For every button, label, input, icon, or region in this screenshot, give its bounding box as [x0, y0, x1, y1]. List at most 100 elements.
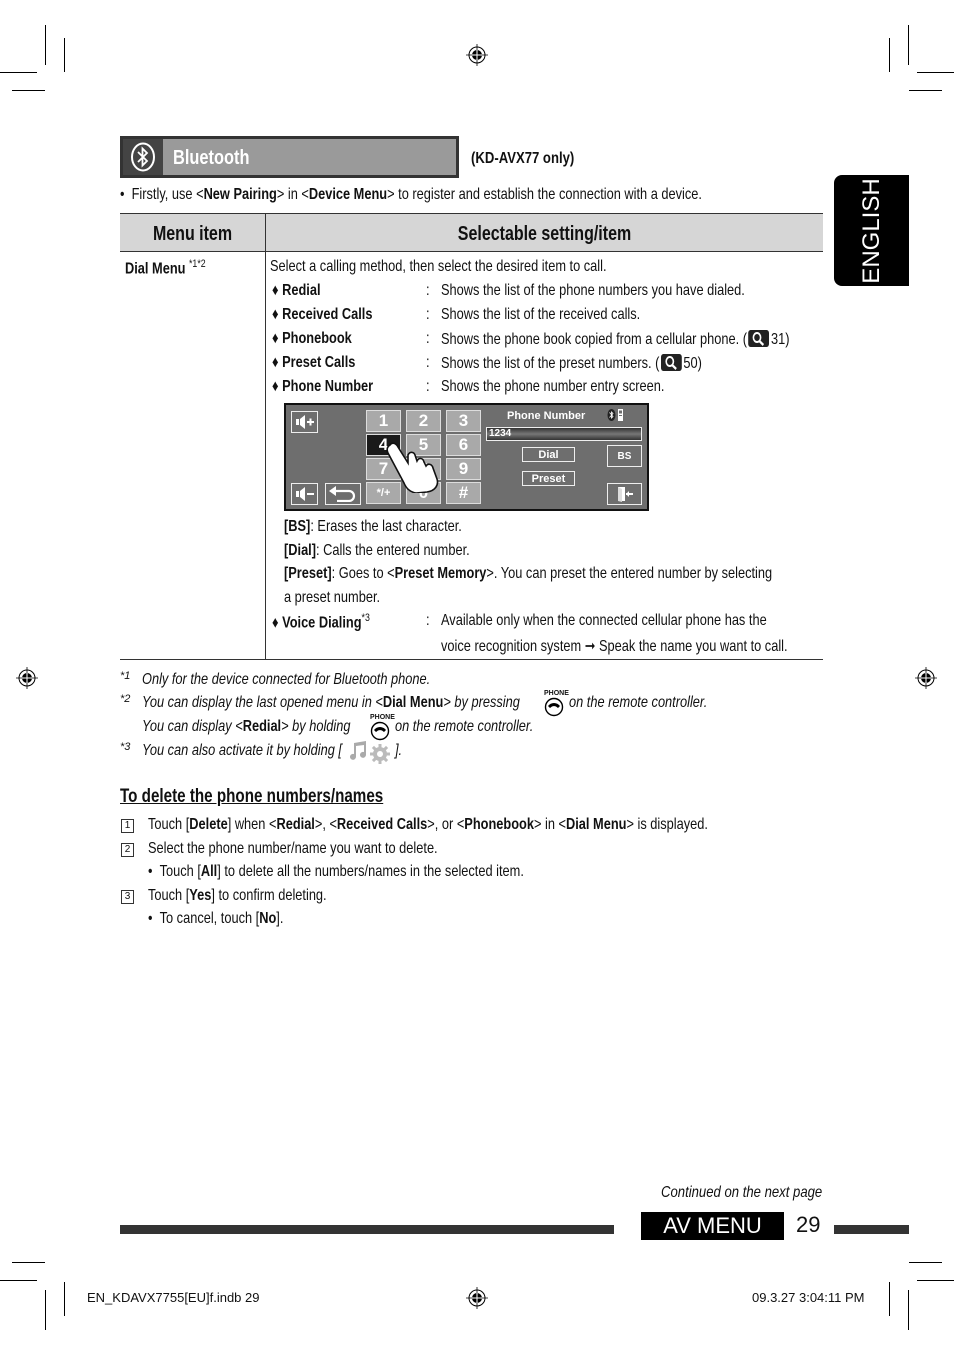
option-label: ♦ Received Calls	[272, 306, 372, 324]
crop-mark	[909, 90, 942, 91]
text: >. You can preset the entered number by …	[486, 565, 773, 582]
footnote-mark: *3	[120, 741, 131, 753]
ui-term: Dial Menu	[566, 816, 627, 833]
keypad-key[interactable]: 3	[446, 410, 481, 432]
yes-term: Yes	[189, 887, 212, 904]
column-divider	[265, 213, 266, 660]
language-label: ENGLISH	[857, 177, 885, 284]
dial-key: [Dial]	[284, 542, 316, 559]
option-label: ♦ Phone Number	[272, 378, 373, 396]
keypad-key[interactable]: 2	[406, 410, 441, 432]
registration-mark-icon	[466, 44, 488, 66]
redial-term: Redial	[242, 718, 282, 735]
text: You can display <	[142, 718, 243, 735]
section-label: AV MENU	[641, 1212, 784, 1240]
step-2-sub: • Touch [All] to delete all the numbers/…	[148, 863, 524, 880]
intro-text: • Firstly, use <New Pairing> in <Device …	[120, 186, 702, 204]
registration-mark-icon	[915, 667, 937, 689]
menu-item-label: Dial Menu	[125, 260, 186, 278]
volume-up-button[interactable]	[291, 411, 318, 433]
phone-handset-icon	[370, 721, 390, 741]
reference-magnifier-icon	[748, 330, 770, 347]
text: : Goes to <	[331, 565, 395, 582]
phone-label: PHONE	[544, 690, 569, 697]
reference-magnifier-icon	[661, 354, 682, 371]
step-3-sub: • To cancel, touch [No].	[148, 910, 284, 927]
crop-mark	[908, 25, 909, 65]
phone-number-field[interactable]: 1234	[486, 427, 642, 441]
crop-mark	[64, 38, 65, 72]
text: To cancel, touch [	[159, 910, 260, 927]
crop-mark	[917, 72, 954, 73]
no-term: No	[259, 910, 277, 927]
preset-memory-term: Preset Memory	[394, 565, 487, 582]
header-selectable-setting: Selectable setting/item	[457, 223, 632, 245]
step-2: Select the phone number/name you want to…	[148, 840, 438, 857]
option-label: ♦ Redial	[272, 282, 321, 300]
registration-mark-icon	[16, 667, 38, 689]
option-description: Shows the list of the phone numbers you …	[441, 282, 745, 300]
section-title: Bluetooth	[173, 147, 250, 169]
footnote-mark: *2	[120, 693, 131, 705]
crop-mark	[889, 38, 890, 72]
page-reference: 31)	[770, 331, 790, 348]
crop-mark	[0, 72, 37, 73]
colon: :	[426, 378, 430, 395]
text: : Calls the entered number.	[316, 542, 470, 559]
footnote-2-end: on the remote controller.	[569, 694, 708, 711]
bullet: ♦	[272, 330, 279, 347]
option-term: Preset Calls	[282, 354, 356, 371]
crop-mark	[45, 25, 46, 65]
text: > by pressing	[443, 694, 520, 711]
text: ].	[276, 910, 284, 927]
step-3: Touch [Yes] to confirm deleting.	[148, 887, 327, 905]
crop-mark	[12, 1262, 45, 1263]
preset-note-line2: a preset number.	[284, 589, 381, 606]
volume-down-button[interactable]	[291, 483, 318, 505]
text: > in <	[533, 816, 566, 833]
language-tab: ENGLISH	[834, 175, 909, 286]
bs-key: [BS]	[284, 518, 311, 535]
option-description: Shows the list of the received calls.	[441, 306, 640, 324]
step-1: Touch [Delete] when <Redial>, <Received …	[148, 816, 708, 834]
preset-key: [Preset]	[284, 565, 332, 582]
page-number: 29	[796, 1212, 821, 1237]
step-number: 2	[121, 843, 134, 857]
footnote-refs: *1*2	[189, 258, 206, 270]
text: ] to delete all the numbers/names in the…	[217, 863, 524, 880]
option-term: Phonebook	[282, 330, 352, 347]
keypad-key[interactable]: 1	[366, 410, 401, 432]
music-settings-icon	[350, 741, 390, 764]
footnote-3: You can also activate it by holding [	[142, 742, 342, 759]
dial-button[interactable]: Dial	[522, 447, 575, 462]
dial-note: [Dial]: Calls the entered number.	[284, 542, 470, 560]
step-number: 1	[121, 819, 134, 833]
keypad-key[interactable]: 9	[446, 458, 481, 480]
colon: :	[426, 330, 430, 347]
phone-remote-button: PHONE	[544, 690, 569, 722]
delete-section-heading: To delete the phone numbers/names	[120, 786, 384, 807]
slug-file: EN_KDAVX7755[EU]f.indb 29	[87, 1290, 260, 1305]
exit-button[interactable]	[607, 483, 642, 505]
colon: :	[426, 282, 430, 299]
table-header: Menu item Selectable setting/item	[120, 213, 823, 252]
text: Shows the list of the received calls.	[441, 306, 641, 323]
back-button[interactable]	[325, 483, 361, 505]
colon: :	[426, 612, 430, 629]
footnote-3-end: ].	[395, 742, 403, 759]
registration-mark-icon	[466, 1287, 488, 1309]
crop-mark	[0, 1280, 37, 1281]
keypad-key[interactable]: 6	[446, 434, 481, 456]
voice-dialing-desc-2: voice recognition system ➞ Speak the nam…	[441, 636, 788, 656]
crop-mark	[889, 1282, 890, 1316]
ui-term: Phonebook	[464, 816, 534, 833]
backspace-button[interactable]: BS	[607, 445, 642, 467]
footnote-2-line2: You can display <Redial> by holding	[142, 718, 351, 736]
ui-term: Redial	[276, 816, 315, 833]
keypad-key[interactable]: #	[446, 482, 481, 504]
text: Shows the phone number entry screen.	[441, 378, 665, 395]
preset-button[interactable]: Preset	[522, 471, 575, 486]
crop-mark	[64, 1282, 65, 1316]
bullet: ♦	[272, 306, 279, 323]
text: You can display the last opened menu in …	[142, 694, 383, 711]
